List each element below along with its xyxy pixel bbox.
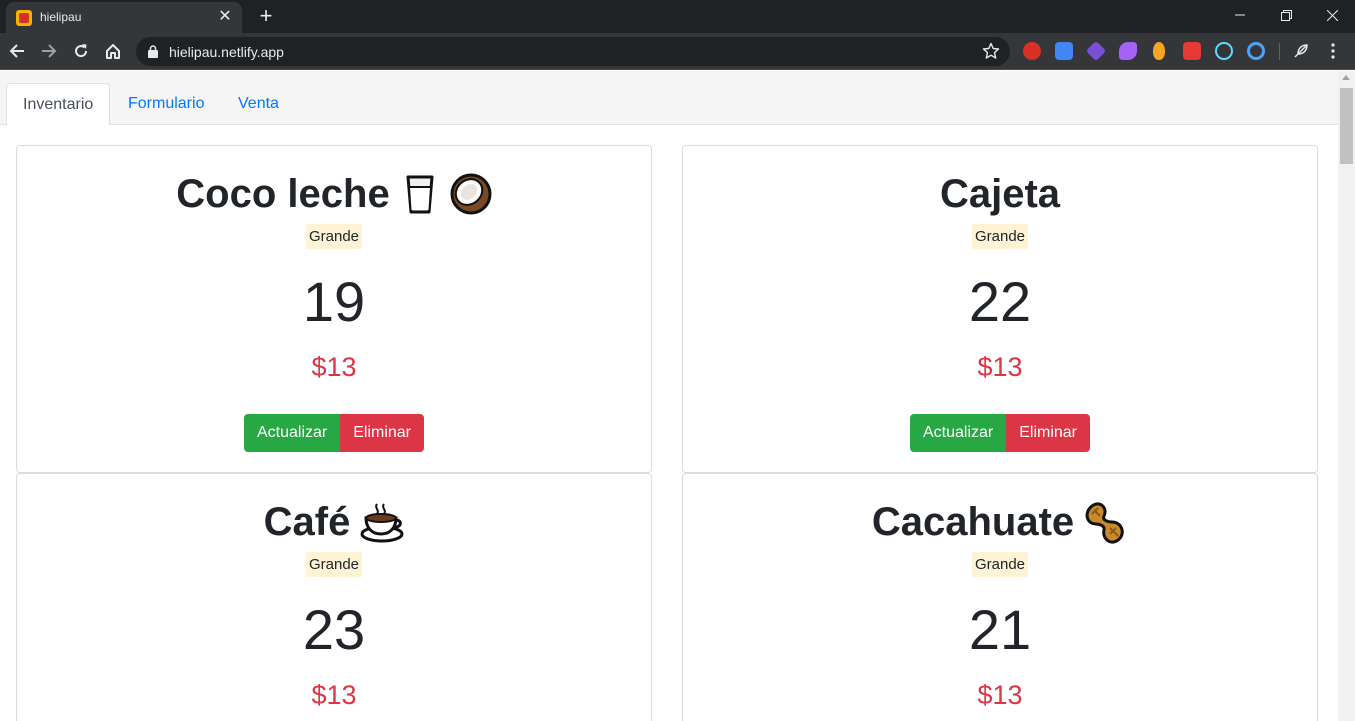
flame-icon[interactable] <box>1153 42 1165 60</box>
product-title: Coco leche <box>17 168 651 220</box>
restore-icon[interactable] <box>1263 0 1309 30</box>
size-badge: Grande <box>971 552 1029 577</box>
stock-quantity: 19 <box>302 270 366 333</box>
delete-button[interactable]: Eliminar <box>1006 414 1091 452</box>
browser-toolbar: hielipau.netlify.app <box>0 33 1355 70</box>
scroll-up-arrow-icon[interactable] <box>1342 75 1350 80</box>
product-title: Cacahuate <box>683 496 1317 548</box>
url-text: hielipau.netlify.app <box>169 44 284 60</box>
action-buttons: Actualizar Eliminar <box>17 414 651 452</box>
stock-quantity: 23 <box>302 598 366 661</box>
action-buttons: Actualizar Eliminar <box>683 414 1317 452</box>
tab-title: hielipau <box>40 10 82 24</box>
purple-gem-icon[interactable] <box>1119 42 1137 60</box>
product-name: Cajeta <box>939 171 1061 216</box>
peanut-icon <box>1085 502 1124 544</box>
size-badge: Grande <box>971 224 1029 249</box>
favicon-icon <box>16 10 32 26</box>
google-translate-icon[interactable] <box>1055 42 1073 60</box>
minimize-icon[interactable] <box>1217 0 1263 30</box>
bookmark-star-icon[interactable] <box>982 42 1000 65</box>
product-card: Coco leche Grande 19 $13 Actualizar Elim… <box>16 145 652 473</box>
browser-titlebar: hielipau ✕ + <box>0 0 1355 33</box>
menu-kebab-icon[interactable] <box>1324 42 1342 60</box>
product-title: Cajeta <box>683 168 1317 220</box>
product-name: Cacahuate <box>871 499 1075 544</box>
home-icon[interactable] <box>101 39 125 63</box>
react-icon[interactable] <box>1215 42 1233 60</box>
toolbar-separator <box>1279 43 1280 60</box>
purple-cube-icon[interactable] <box>1085 40 1107 62</box>
product-name: Coco leche <box>176 171 390 216</box>
page-content: Inventario Formulario Venta Coco leche G… <box>0 71 1338 721</box>
address-bar[interactable]: hielipau.netlify.app <box>136 37 1010 66</box>
tab-inventario[interactable]: Inventario <box>6 83 111 126</box>
scroll-thumb[interactable] <box>1340 88 1353 164</box>
size-badge: Grande <box>305 224 363 249</box>
browser-tab[interactable]: hielipau ✕ <box>6 2 242 33</box>
stop-hand-icon[interactable] <box>1023 42 1041 60</box>
tab-venta[interactable]: Venta <box>222 83 295 125</box>
window-close-icon[interactable] <box>1309 0 1355 30</box>
page-scrollbar[interactable] <box>1338 71 1355 721</box>
reload-icon[interactable] <box>69 39 93 63</box>
milk-glass-icon <box>406 175 434 214</box>
product-price: $13 <box>977 352 1023 382</box>
product-name: Café <box>263 499 351 544</box>
product-price: $13 <box>311 680 357 710</box>
product-price: $13 <box>977 680 1023 710</box>
product-card: Cacahuate Grande 21 $13 <box>682 473 1318 721</box>
product-title: Café <box>17 496 651 548</box>
product-card: Cajeta Grande 22 $13 Actualizar Eliminar <box>682 145 1318 473</box>
forward-arrow-icon[interactable] <box>37 39 61 63</box>
red-arrows-icon[interactable] <box>1183 42 1201 60</box>
update-button[interactable]: Actualizar <box>243 414 341 452</box>
nav-tabs: Inventario Formulario Venta <box>0 71 1338 126</box>
tab-close-icon[interactable]: ✕ <box>216 8 234 26</box>
stock-quantity: 22 <box>968 270 1032 333</box>
delete-button[interactable]: Eliminar <box>340 414 425 452</box>
tab-formulario[interactable]: Formulario <box>112 83 220 125</box>
feather-icon[interactable] <box>1292 42 1310 60</box>
size-badge: Grande <box>305 552 363 577</box>
product-card: Café Grande 23 $13 <box>16 473 652 721</box>
new-tab-icon[interactable]: + <box>254 4 278 28</box>
blue-circle-icon[interactable] <box>1247 42 1265 60</box>
back-arrow-icon[interactable] <box>5 39 29 63</box>
coconut-icon <box>450 173 492 215</box>
stock-quantity: 21 <box>968 598 1032 661</box>
product-price: $13 <box>311 352 357 382</box>
coffee-cup-icon <box>360 503 404 543</box>
lock-icon <box>148 45 158 63</box>
update-button[interactable]: Actualizar <box>909 414 1007 452</box>
